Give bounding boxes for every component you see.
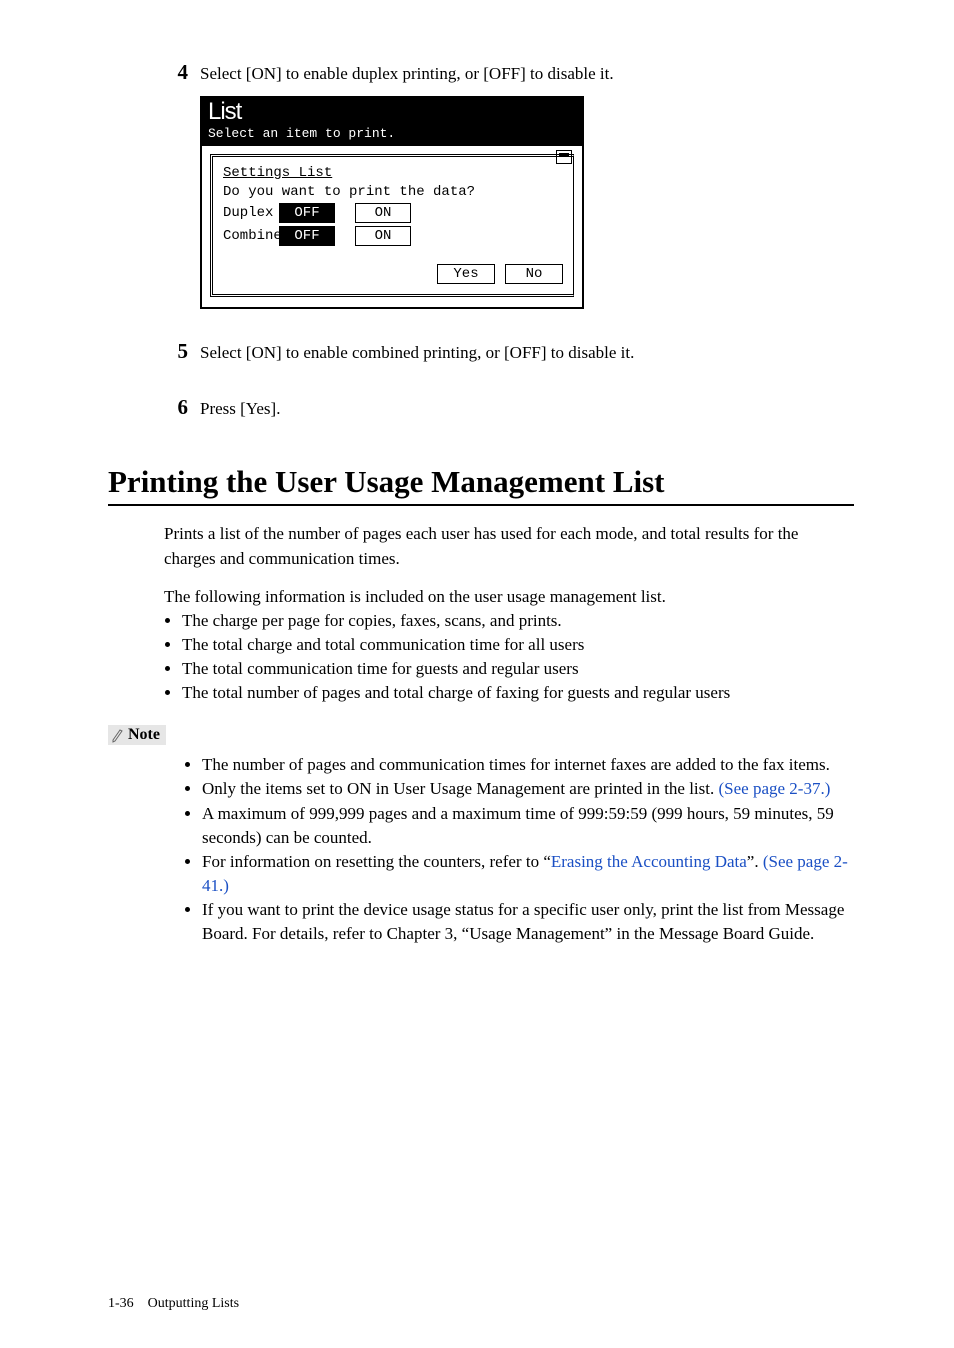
section-lead: The following information is included on… [164, 585, 854, 609]
section-intro: Prints a list of the number of pages eac… [164, 522, 854, 570]
page-number: 1-36 [108, 1296, 134, 1311]
step-number-6: 6 [164, 395, 188, 420]
section-heading: Printing the User Usage Management List [108, 464, 854, 505]
lcd-duplex-label: Duplex [223, 205, 279, 221]
note-item: For information on resetting the counter… [202, 850, 854, 898]
pencil-icon [110, 727, 124, 743]
note-item: The number of pages and communication ti… [202, 753, 854, 777]
section-bullet: The total communication time for guests … [182, 657, 854, 681]
erasing-data-link[interactable]: Erasing the Accounting Data [551, 852, 747, 871]
lcd-question: Do you want to print the data? [223, 184, 573, 200]
combine-on-button[interactable]: ON [355, 226, 411, 246]
yes-button[interactable]: Yes [437, 264, 495, 284]
note-badge: Note [108, 725, 166, 745]
section-bullet: The total charge and total communication… [182, 633, 854, 657]
duplex-off-button[interactable]: OFF [279, 203, 335, 223]
combine-off-button[interactable]: OFF [279, 226, 335, 246]
lcd-heading: Settings List [223, 165, 573, 181]
lcd-title: List [208, 100, 576, 124]
lcd-combine-label: Combine [223, 228, 279, 244]
section-bullet: The charge per page for copies, faxes, s… [182, 609, 854, 633]
step-number-5: 5 [164, 339, 188, 364]
step-text-6: Press [Yes]. [200, 397, 280, 421]
duplex-on-button[interactable]: ON [355, 203, 411, 223]
note-item: A maximum of 999,999 pages and a maximum… [202, 802, 854, 850]
no-button[interactable]: No [505, 264, 563, 284]
step-number-4: 4 [164, 60, 188, 85]
lcd-subtitle: Select an item to print. [208, 126, 576, 141]
scrollbar-thumb-icon [556, 150, 572, 164]
section-bullet: The total number of pages and total char… [182, 681, 854, 705]
page-ref-link[interactable]: (See page 2-37.) [719, 779, 831, 798]
lcd-screenshot: List Select an item to print. Settings L… [200, 96, 584, 309]
note-item: If you want to print the device usage st… [202, 898, 854, 946]
note-label: Note [128, 726, 160, 744]
step-text-5: Select [ON] to enable combined printing,… [200, 341, 634, 365]
chapter-name: Outputting Lists [148, 1296, 239, 1311]
step-text-4: Select [ON] to enable duplex printing, o… [200, 62, 614, 86]
note-item: Only the items set to ON in User Usage M… [202, 777, 854, 801]
